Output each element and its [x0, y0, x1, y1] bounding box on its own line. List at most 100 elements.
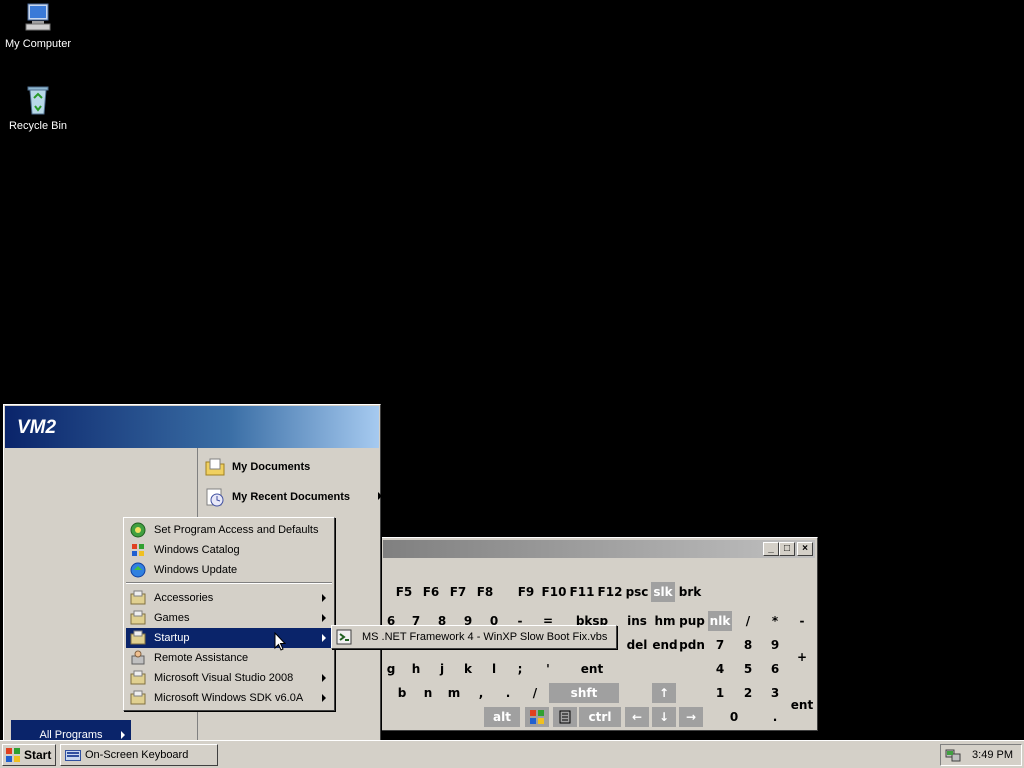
taskbar: Start On-Screen Keyboard 3:49 PM — [0, 740, 1024, 768]
key[interactable]: 0 — [708, 707, 760, 727]
folder-documents-icon — [204, 456, 226, 478]
start-button[interactable]: Start — [2, 744, 56, 766]
key[interactable]: 1 — [708, 683, 732, 703]
close-button[interactable]: × — [797, 542, 813, 556]
system-tray: 3:49 PM — [940, 744, 1022, 766]
minimize-button[interactable]: _ — [763, 542, 779, 556]
key[interactable]: hm — [653, 611, 677, 631]
key[interactable]: pup — [679, 611, 705, 631]
key-alt[interactable]: alt — [484, 707, 520, 727]
key[interactable]: / — [736, 611, 760, 631]
my-documents-label: My Documents — [232, 461, 311, 473]
key[interactable]: 8 — [736, 635, 760, 655]
key-numpad-enter[interactable]: ent — [790, 683, 814, 727]
key-right-arrow[interactable]: → — [679, 707, 703, 727]
key[interactable]: g — [383, 659, 399, 679]
menu-item-winxp-slow-boot-fix[interactable]: MS .NET Framework 4 - WinXP Slow Boot Fi… — [334, 628, 614, 646]
key[interactable]: F12 — [597, 582, 623, 602]
program-group-icon — [130, 590, 146, 606]
key-scroll-lock[interactable]: slk — [651, 582, 675, 602]
key[interactable]: 4 — [708, 659, 732, 679]
key[interactable]: 6 — [763, 659, 787, 679]
arrow-right-icon — [322, 694, 326, 702]
menu-item-windows-update[interactable]: Windows Update — [126, 560, 332, 580]
osk-title-bar[interactable]: _ □ × — [383, 540, 815, 558]
key[interactable]: m — [443, 683, 465, 703]
startup-submenu[interactable]: MS .NET Framework 4 - WinXP Slow Boot Fi… — [331, 625, 617, 649]
key[interactable]: end — [652, 635, 678, 655]
arrow-right-icon — [378, 492, 382, 500]
key[interactable]: F10 — [541, 582, 567, 602]
my-recent-documents-item[interactable]: My Recent Documents — [204, 484, 382, 510]
key[interactable]: 5 — [736, 659, 760, 679]
key[interactable]: j — [431, 659, 453, 679]
program-access-icon — [130, 522, 146, 538]
key[interactable]: l — [483, 659, 505, 679]
key[interactable]: / — [524, 683, 546, 703]
program-group-icon — [130, 690, 146, 706]
maximize-button[interactable]: □ — [779, 542, 795, 556]
key[interactable]: 7 — [708, 635, 732, 655]
key-ctrl[interactable]: ctrl — [579, 707, 621, 727]
key-left-arrow[interactable]: ← — [625, 707, 649, 727]
key[interactable]: k — [457, 659, 479, 679]
menu-item-visual-studio-2008[interactable]: Microsoft Visual Studio 2008 — [126, 668, 332, 688]
key[interactable]: ; — [509, 659, 531, 679]
desktop-icon-recycle-bin[interactable]: Recycle Bin — [0, 84, 76, 132]
key-num-lock[interactable]: nlk — [708, 611, 732, 631]
menu-item-remote-assistance[interactable]: Remote Assistance — [126, 648, 332, 668]
key[interactable]: F5 — [393, 582, 415, 602]
my-documents-item[interactable]: My Documents — [204, 454, 382, 480]
key[interactable]: + — [790, 635, 814, 679]
taskbar-button-on-screen-keyboard[interactable]: On-Screen Keyboard — [60, 744, 218, 766]
key[interactable]: 3 — [763, 683, 787, 703]
menu-item-label: Set Program Access and Defaults — [154, 524, 319, 536]
menu-item-set-program-access[interactable]: Set Program Access and Defaults — [126, 520, 332, 540]
key[interactable]: F9 — [515, 582, 537, 602]
key-enter[interactable]: ent — [565, 659, 619, 679]
key[interactable]: psc — [625, 582, 649, 602]
key[interactable]: brk — [678, 582, 702, 602]
key-shift[interactable]: shft — [549, 683, 619, 703]
menu-item-windows-sdk[interactable]: Microsoft Windows SDK v6.0A — [126, 688, 332, 708]
arrow-right-icon — [322, 614, 326, 622]
key[interactable]: F7 — [447, 582, 469, 602]
key-windows[interactable] — [525, 707, 549, 727]
menu-separator — [126, 582, 332, 584]
key-menu[interactable] — [553, 707, 577, 727]
key[interactable]: F11 — [569, 582, 595, 602]
keyboard-icon — [65, 748, 81, 762]
arrow-right-icon — [322, 634, 326, 642]
menu-item-label: MS .NET Framework 4 - WinXP Slow Boot Fi… — [362, 631, 608, 643]
key[interactable]: , — [470, 683, 492, 703]
key-down-arrow[interactable]: ↓ — [652, 707, 676, 727]
key[interactable]: . — [497, 683, 519, 703]
key[interactable]: . — [763, 707, 787, 727]
desktop-icon-my-computer[interactable]: My Computer — [0, 2, 76, 50]
key[interactable]: F6 — [420, 582, 442, 602]
menu-item-accessories[interactable]: Accessories — [126, 588, 332, 608]
menu-item-label: Microsoft Visual Studio 2008 — [154, 672, 294, 684]
menu-key-icon — [559, 710, 571, 724]
key[interactable]: * — [763, 611, 787, 631]
key[interactable]: ' — [537, 659, 559, 679]
key[interactable]: F8 — [474, 582, 496, 602]
menu-item-label: Games — [154, 612, 190, 624]
menu-item-startup[interactable]: Startup — [126, 628, 332, 648]
key[interactable]: 9 — [763, 635, 787, 655]
key[interactable]: b — [391, 683, 413, 703]
key-up-arrow[interactable]: ↑ — [652, 683, 676, 703]
clock[interactable]: 3:49 PM — [972, 749, 1013, 761]
network-tray-icon[interactable] — [945, 747, 961, 763]
key[interactable]: ins — [625, 611, 649, 631]
key[interactable]: del — [625, 635, 649, 655]
key[interactable]: - — [790, 611, 814, 631]
menu-item-windows-catalog[interactable]: Windows Catalog — [126, 540, 332, 560]
user-name: VM2 — [17, 417, 57, 438]
key[interactable]: n — [417, 683, 439, 703]
menu-item-games[interactable]: Games — [126, 608, 332, 628]
all-programs-menu[interactable]: Set Program Access and Defaults Windows … — [123, 517, 335, 711]
key[interactable]: 2 — [736, 683, 760, 703]
key[interactable]: h — [405, 659, 427, 679]
key[interactable]: pdn — [679, 635, 705, 655]
